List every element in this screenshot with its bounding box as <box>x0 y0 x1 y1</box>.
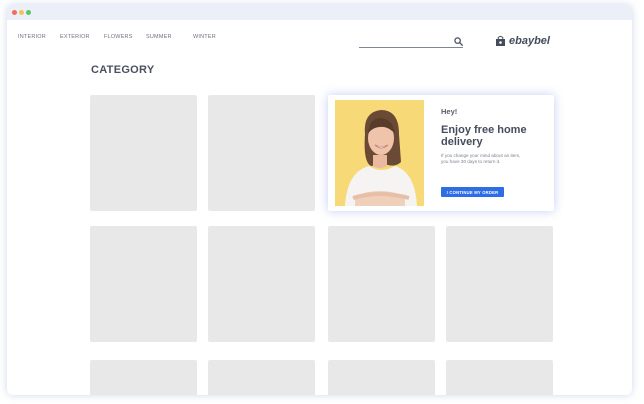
window-titlebar <box>7 5 632 20</box>
product-tile[interactable] <box>90 226 197 342</box>
product-tile[interactable] <box>208 360 315 395</box>
delivery-promo-popup: Hey! Enjoy free home delivery If you cha… <box>328 95 554 211</box>
product-tile[interactable] <box>328 226 435 342</box>
search-input[interactable] <box>359 47 463 48</box>
minimize-window-button[interactable] <box>19 10 24 15</box>
promo-photo <box>335 100 424 206</box>
popup-headline: Enjoy free home delivery <box>441 124 527 148</box>
product-tile[interactable] <box>328 360 435 395</box>
page-title: CATEGORY <box>91 64 155 76</box>
logo-text: ebaybel <box>509 35 550 47</box>
nav-item-flowers[interactable]: FLOWERS <box>104 34 133 40</box>
product-tile[interactable] <box>90 95 197 211</box>
shopping-bag-icon <box>496 35 505 46</box>
nav-item-winter[interactable]: WINTER <box>193 34 216 40</box>
nav-item-exterior[interactable]: EXTERIOR <box>60 34 90 40</box>
logo[interactable]: ebaybel <box>495 35 550 47</box>
nav-item-summer[interactable]: SUMMER <box>146 34 172 40</box>
maximize-window-button[interactable] <box>26 10 31 15</box>
product-tile[interactable] <box>446 226 553 342</box>
popup-body-text: If you change your mind about an item, y… <box>441 153 521 164</box>
popup-greeting: Hey! <box>441 107 458 116</box>
continue-order-button[interactable]: I CONTINUE MY ORDER <box>441 187 504 197</box>
nav-item-interior[interactable]: INTERIOR <box>18 34 46 40</box>
product-tile[interactable] <box>446 360 553 395</box>
product-tile[interactable] <box>208 226 315 342</box>
product-tile[interactable] <box>208 95 315 211</box>
close-window-button[interactable] <box>12 10 17 15</box>
browser-window: INTERIOR EXTERIOR FLOWERS SUMMER WINTER … <box>7 5 632 395</box>
search-icon[interactable] <box>454 37 463 46</box>
product-tile[interactable] <box>90 360 197 395</box>
